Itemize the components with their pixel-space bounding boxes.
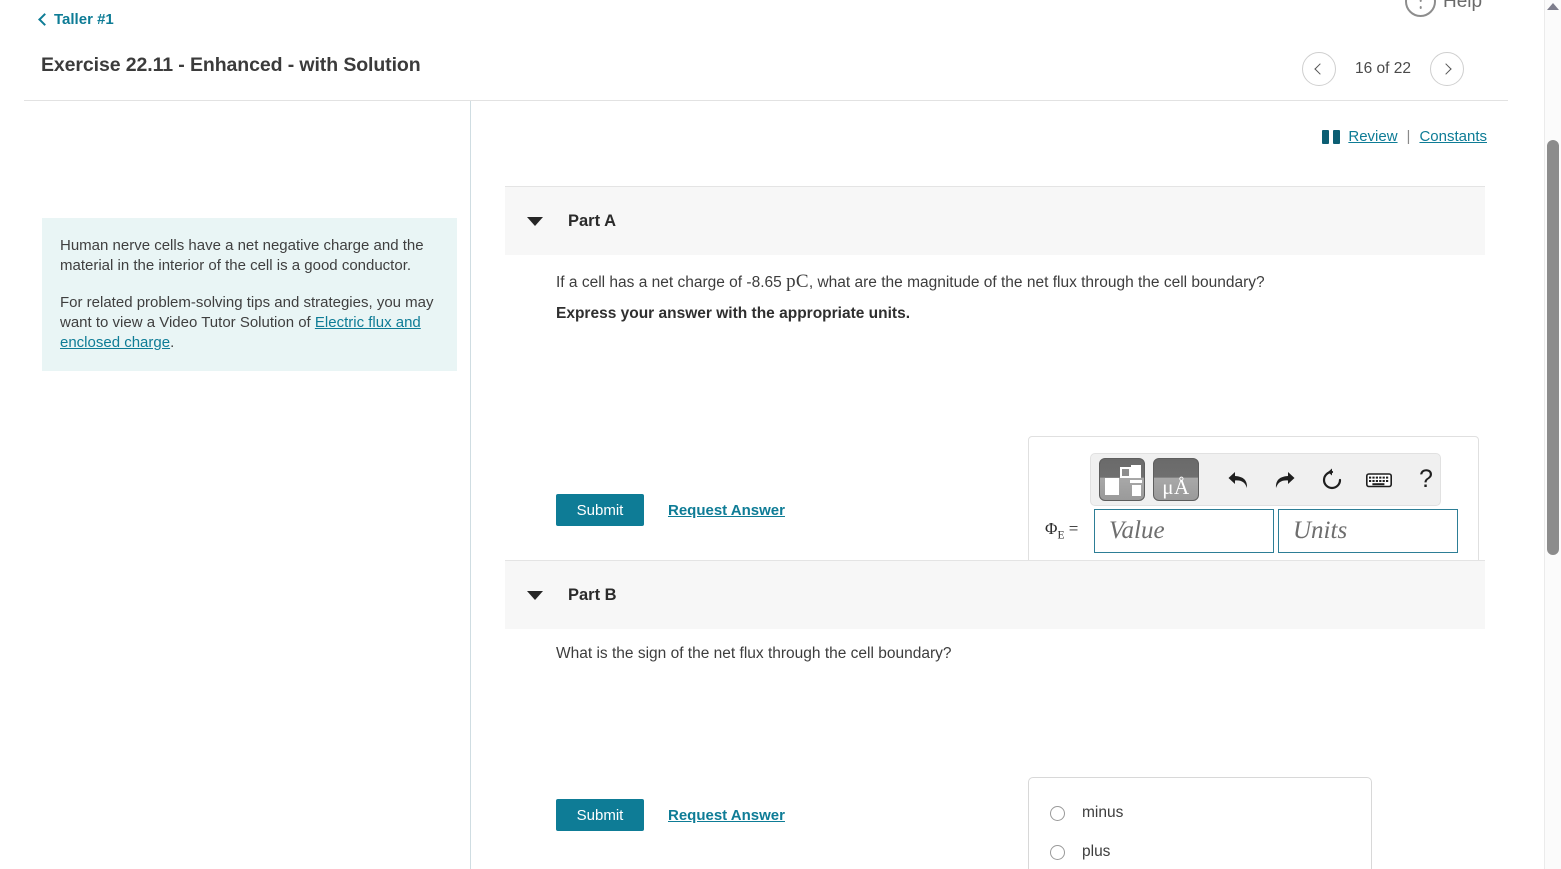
question-pager: 16 of 22 [1301, 52, 1464, 86]
hint-paragraph-1: Human nerve cells have a net negative ch… [60, 237, 424, 274]
part-a-submit-button[interactable]: Submit [556, 494, 644, 526]
micro-angstrom-icon: μÅ [1162, 475, 1190, 499]
triangle-up-icon[interactable] [1547, 3, 1559, 10]
links-separator: | [1406, 128, 1411, 145]
phi-symbol: Φ [1045, 519, 1058, 538]
undo-arrow-icon [1228, 471, 1248, 488]
flux-field-label: ΦE = [1045, 519, 1078, 541]
option-minus-label: minus [1082, 804, 1124, 821]
part-b-options: minus plus [1028, 777, 1372, 869]
help-button[interactable]: Help [1405, 0, 1482, 17]
reset-button[interactable] [1315, 463, 1349, 497]
chevron-right-icon [1439, 63, 1452, 75]
part-a-header[interactable]: Part A [505, 186, 1485, 255]
content-area: Human nerve cells have a net negative ch… [0, 101, 1532, 869]
chevron-left-icon [1314, 63, 1327, 75]
part-a-instruction: Express your answer with the appropriate… [556, 305, 911, 322]
radio-button[interactable] [1050, 805, 1065, 821]
part-a-question-prefix: If a cell has a net charge of -8.65 [556, 274, 787, 291]
page-header: Taller #1 Exercise 22.11 - Enhanced - wi… [0, 0, 1532, 101]
breadcrumb-label: Taller #1 [54, 11, 114, 28]
open-book-icon [1322, 129, 1341, 144]
resource-links: Review | Constants [1322, 128, 1487, 145]
chevron-left-icon [38, 13, 51, 26]
part-b-question: What is the sign of the net flux through… [556, 645, 952, 662]
radio-button[interactable] [1050, 844, 1065, 860]
math-toolbar: μÅ ? [1090, 453, 1441, 506]
option-plus-label: plus [1082, 843, 1111, 860]
hint-paragraph-2: For related problem-solving tips and str… [60, 293, 439, 353]
info-circle-icon [1405, 0, 1436, 17]
breadcrumb-back-link[interactable]: Taller #1 [38, 11, 114, 28]
caret-down-icon [527, 216, 543, 226]
pager-label: 16 of 22 [1354, 60, 1411, 77]
math-help-button[interactable]: ? [1409, 463, 1443, 497]
hint-paragraph-2-suffix: . [170, 334, 175, 351]
help-label: Help [1443, 0, 1483, 12]
next-question-button[interactable] [1430, 52, 1464, 86]
math-template-button[interactable] [1099, 458, 1145, 501]
main-panel: Review | Constants Part A If a cell has … [471, 101, 1532, 869]
part-b-submit-button[interactable]: Submit [556, 799, 644, 831]
redo-arrow-icon [1275, 471, 1295, 488]
page-title: Exercise 22.11 - Enhanced - with Solutio… [41, 54, 421, 76]
part-b-header[interactable]: Part B [505, 560, 1485, 629]
equals-sign: = [1064, 519, 1079, 538]
caret-down-icon [527, 590, 543, 600]
part-a-question-suffix: , what are the magnitude of the net flux… [808, 274, 1265, 291]
option-minus[interactable]: minus [1050, 804, 1123, 822]
units-input[interactable] [1278, 509, 1458, 553]
scrollbar-thumb[interactable] [1547, 140, 1559, 555]
part-b-request-answer-link[interactable]: Request Answer [668, 807, 785, 824]
part-a-title: Part A [568, 211, 616, 230]
reset-circular-arrow-icon [1322, 468, 1342, 489]
units-button[interactable]: μÅ [1153, 458, 1199, 501]
keyboard-button[interactable] [1362, 463, 1396, 497]
value-input[interactable] [1094, 509, 1274, 553]
part-b-title: Part B [568, 585, 617, 604]
hint-box: Human nerve cells have a net negative ch… [42, 218, 457, 371]
exercise-page: Taller #1 Exercise 22.11 - Enhanced - wi… [0, 0, 1561, 869]
constants-link[interactable]: Constants [1419, 128, 1487, 145]
review-link[interactable]: Review [1348, 128, 1397, 145]
keyboard-icon [1366, 472, 1392, 487]
vertical-scrollbar[interactable] [1544, 0, 1561, 869]
option-plus[interactable]: plus [1050, 843, 1110, 861]
part-a-question-math: pC [786, 271, 809, 292]
redo-button[interactable] [1268, 463, 1302, 497]
part-a-request-answer-link[interactable]: Request Answer [668, 502, 785, 519]
undo-button[interactable] [1221, 463, 1255, 497]
previous-question-button[interactable] [1301, 52, 1336, 86]
question-mark-icon: ? [1419, 465, 1433, 493]
part-a-question: If a cell has a net charge of -8.65 pC, … [556, 271, 1265, 293]
left-sidebar: Human nerve cells have a net negative ch… [0, 101, 470, 869]
